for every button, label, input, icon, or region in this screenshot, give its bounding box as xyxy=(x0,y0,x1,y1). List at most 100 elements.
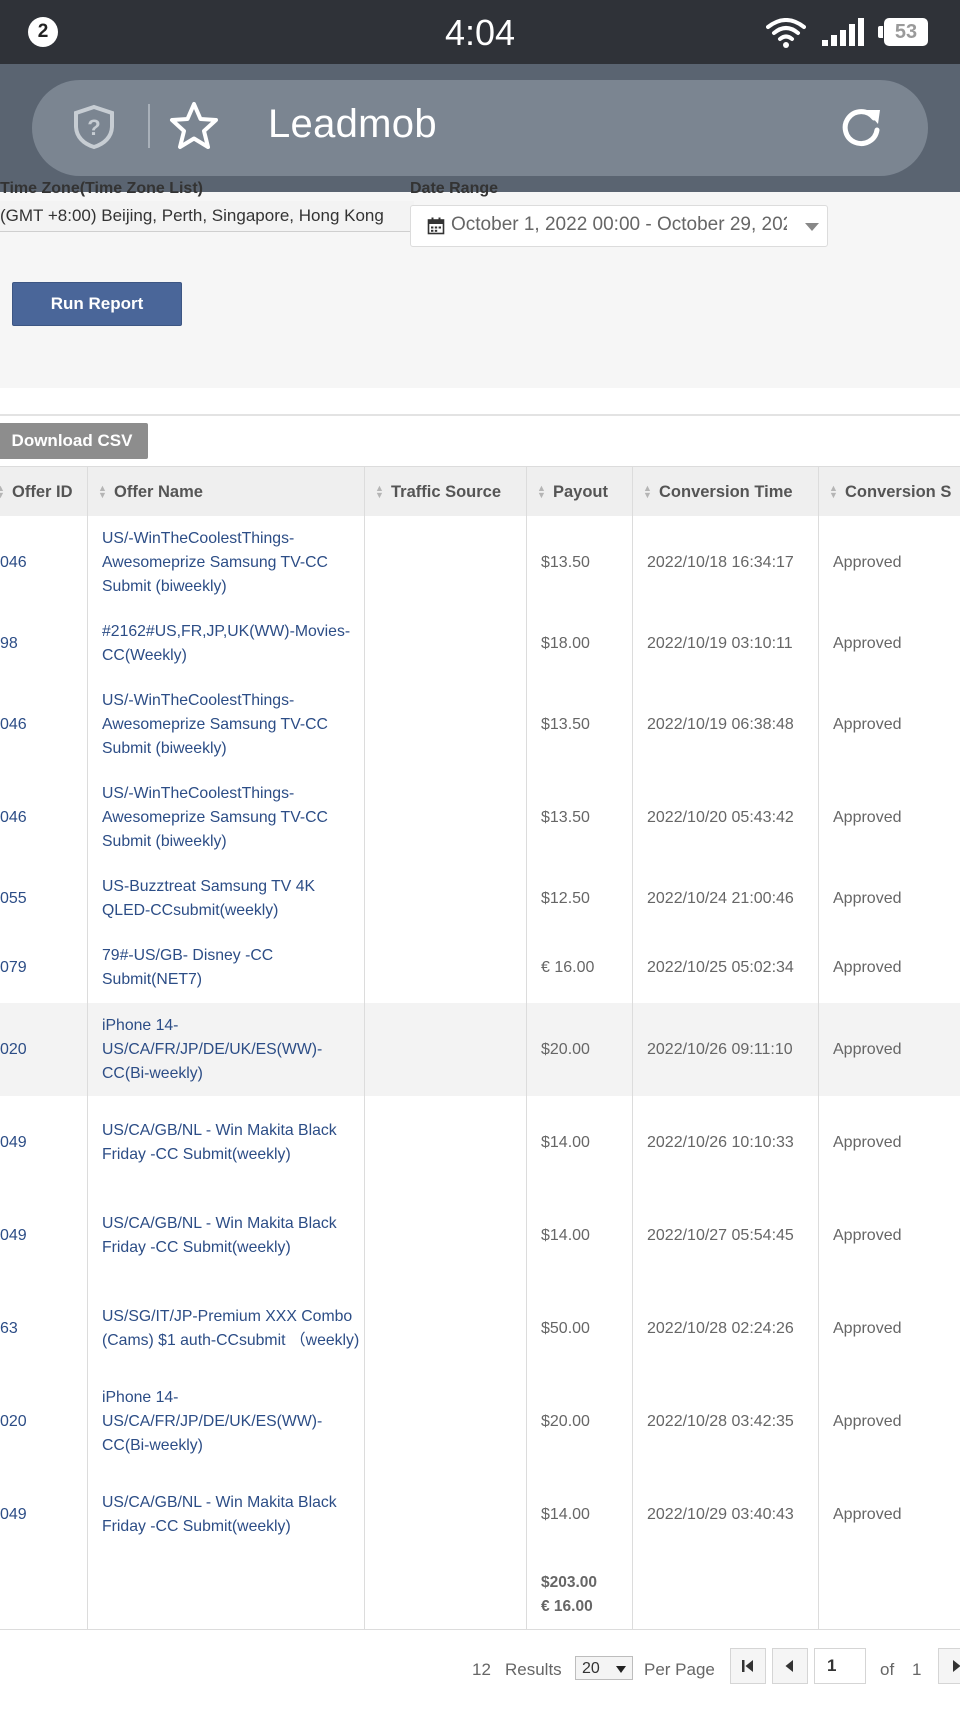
column-header-traffic-source[interactable]: ▲ ▼ Traffic Source xyxy=(365,467,527,517)
star-icon[interactable] xyxy=(168,100,220,152)
payout-value: $14.00 xyxy=(541,1505,590,1523)
first-page-icon xyxy=(742,1660,753,1672)
section-spacer xyxy=(0,388,960,416)
payout-value: $13.50 xyxy=(541,715,590,733)
column-header-conversion-time[interactable]: ▲ ▼ Conversion Time xyxy=(633,467,819,517)
table-row: 079 79#-US/GB- Disney -CC Submit(NET7) €… xyxy=(0,933,960,1004)
offer-name-link[interactable]: US/SG/IT/JP-Premium XXX Combo (Cams) $1 … xyxy=(102,1305,364,1353)
total-pages: 1 xyxy=(912,1660,922,1679)
table-row: 049 US/CA/GB/NL - Win Makita Black Frida… xyxy=(0,1096,960,1190)
offer-id-link[interactable]: 079 xyxy=(0,959,27,977)
table-totals-row: $203.00 € 16.00 xyxy=(0,1561,960,1630)
sort-icon: ▲ ▼ xyxy=(0,483,5,500)
site-name: Leadmob xyxy=(268,102,437,146)
sort-icon: ▲ ▼ xyxy=(829,483,838,500)
offer-id-link[interactable]: 046 xyxy=(0,554,27,572)
calendar-icon xyxy=(427,217,445,235)
conversion-status-value: Approved xyxy=(833,889,902,907)
conversion-time-value: 2022/10/28 02:24:26 xyxy=(647,1319,794,1337)
offer-id-link[interactable]: 049 xyxy=(0,1134,27,1152)
address-bar[interactable]: ? Leadmob xyxy=(32,80,928,176)
results-label: Results xyxy=(505,1660,562,1679)
offer-name-link[interactable]: US/-WinTheCoolestThings-Awesomeprize Sam… xyxy=(102,689,364,761)
offer-id-link[interactable]: 049 xyxy=(0,1506,27,1524)
date-range-input[interactable]: October 1, 2022 00:00 - October 29, 2022… xyxy=(410,205,828,247)
battery-icon: 53 xyxy=(884,18,928,46)
payout-value: $20.00 xyxy=(541,1040,590,1058)
conversion-time-value: 2022/10/27 05:54:45 xyxy=(647,1226,794,1244)
conversion-time-value: 2022/10/24 21:00:46 xyxy=(647,889,794,907)
date-range-label: Date Range xyxy=(410,180,499,197)
sort-icon: ▲ ▼ xyxy=(643,483,652,500)
current-page-input[interactable]: 1 xyxy=(814,1648,866,1684)
table-row: 020 iPhone 14-US/CA/FR/JP/DE/UK/ES(WW)-C… xyxy=(0,1375,960,1469)
pagination-bar: 12 Results 20 Per Page 1 of 1 xyxy=(0,1634,960,1704)
table-header-row: ▲ ▼ Offer ID ▲ ▼ Offer Name ▲ ▼ Traffic Source… xyxy=(0,466,960,518)
offer-id-link[interactable]: 98 xyxy=(0,635,18,653)
first-page-button[interactable] xyxy=(730,1648,766,1684)
offer-id-link[interactable]: 63 xyxy=(0,1320,18,1338)
offer-name-link[interactable]: iPhone 14-US/CA/FR/JP/DE/UK/ES(WW)-CC(Bi… xyxy=(102,1386,364,1458)
column-header-offer-id[interactable]: ▲ ▼ Offer ID xyxy=(0,467,88,517)
table-row: 046 US/-WinTheCoolestThings-Awesomeprize… xyxy=(0,771,960,865)
offer-name-link[interactable]: US/CA/GB/NL - Win Makita Black Friday -C… xyxy=(102,1119,364,1167)
offer-id-link[interactable]: 020 xyxy=(0,1041,27,1059)
conversion-time-value: 2022/10/18 16:34:17 xyxy=(647,553,794,571)
table-row: 046 US/-WinTheCoolestThings-Awesomeprize… xyxy=(0,678,960,772)
column-header-payout[interactable]: ▲ ▼ Payout xyxy=(527,467,633,517)
offer-name-link[interactable]: 79#-US/GB- Disney -CC Submit(NET7) xyxy=(102,944,364,992)
offer-id-link[interactable]: 046 xyxy=(0,716,27,734)
time-zone-select[interactable]: (GMT +8:00) Beijing, Perth, Singapore, H… xyxy=(0,201,414,232)
offer-name-link[interactable]: US/-WinTheCoolestThings-Awesomeprize Sam… xyxy=(102,527,364,599)
payout-value: $50.00 xyxy=(541,1319,590,1337)
payout-value: $14.00 xyxy=(541,1226,590,1244)
date-range-value: October 1, 2022 00:00 - October 29, 2022… xyxy=(451,214,787,235)
time-zone-label: Time Zone(Time Zone List) xyxy=(0,180,203,197)
address-bar-divider xyxy=(148,104,150,148)
download-csv-button[interactable]: Download CSV xyxy=(0,423,148,459)
offer-name-link[interactable]: US/CA/GB/NL - Win Makita Black Friday -C… xyxy=(102,1491,364,1539)
payout-value: $13.50 xyxy=(541,808,590,826)
table-row-highlighted: 020 iPhone 14-US/CA/FR/JP/DE/UK/ES(WW)-C… xyxy=(0,1003,960,1097)
column-header-conversion-status[interactable]: ▲ ▼ Conversion S xyxy=(819,467,960,517)
table-row: 049 US/CA/GB/NL - Win Makita Black Frida… xyxy=(0,1189,960,1283)
previous-page-button[interactable] xyxy=(772,1648,808,1684)
offer-name-link[interactable]: US/-WinTheCoolestThings-Awesomeprize Sam… xyxy=(102,782,364,854)
conversion-time-value: 2022/10/19 03:10:11 xyxy=(647,634,793,652)
conversion-status-value: Approved xyxy=(833,1412,902,1430)
per-page-value: 20 xyxy=(582,1660,600,1677)
reload-icon[interactable] xyxy=(838,104,884,150)
offer-name-link[interactable]: #2162#US,FR,JP,UK(WW)-Movies-CC(Weekly) xyxy=(102,620,364,668)
per-page-select[interactable]: 20 xyxy=(575,1656,633,1680)
conversion-status-value: Approved xyxy=(833,1040,902,1058)
offer-name-link[interactable]: US/CA/GB/NL - Win Makita Black Friday -C… xyxy=(102,1212,364,1260)
payout-value: $14.00 xyxy=(541,1133,590,1151)
report-filter-panel: Time Zone(Time Zone List) (GMT +8:00) Be… xyxy=(0,180,960,390)
table-actions-bar: Download CSV xyxy=(0,416,960,464)
signal-strength-icon xyxy=(822,18,864,46)
status-time: 4:04 xyxy=(444,12,516,53)
run-report-button[interactable]: Run Report xyxy=(12,282,182,326)
conversion-time-value: 2022/10/29 03:40:43 xyxy=(647,1505,794,1523)
offer-id-link[interactable]: 046 xyxy=(0,809,27,827)
of-label: of xyxy=(880,1660,895,1679)
conversion-time-value: 2022/10/25 05:02:34 xyxy=(647,959,794,976)
offer-name-link[interactable]: US-Buzztreat Samsung TV 4K QLED-CCsubmit… xyxy=(102,875,364,923)
conversion-status-value: Approved xyxy=(833,634,902,652)
sort-icon: ▲ ▼ xyxy=(375,483,384,500)
next-page-button[interactable] xyxy=(938,1648,960,1684)
previous-page-icon xyxy=(785,1660,793,1672)
offer-id-link[interactable]: 020 xyxy=(0,1413,27,1431)
table-row: 98 #2162#US,FR,JP,UK(WW)-Movies-CC(Weekl… xyxy=(0,609,960,679)
offer-name-link[interactable]: iPhone 14-US/CA/FR/JP/DE/UK/ES(WW)-CC(Bi… xyxy=(102,1014,364,1086)
dropdown-caret-icon[interactable] xyxy=(805,223,819,231)
offer-id-link[interactable]: 049 xyxy=(0,1227,27,1245)
conversion-status-value: Approved xyxy=(833,553,902,571)
shield-question-icon[interactable]: ? xyxy=(72,104,116,150)
conversion-time-value: 2022/10/26 10:10:33 xyxy=(647,1133,794,1151)
offer-id-link[interactable]: 055 xyxy=(0,890,27,908)
column-header-offer-name[interactable]: ▲ ▼ Offer Name xyxy=(88,467,365,517)
sort-icon: ▲ ▼ xyxy=(98,483,107,500)
select-caret-icon xyxy=(616,1666,626,1673)
payout-value: $13.50 xyxy=(541,553,590,571)
